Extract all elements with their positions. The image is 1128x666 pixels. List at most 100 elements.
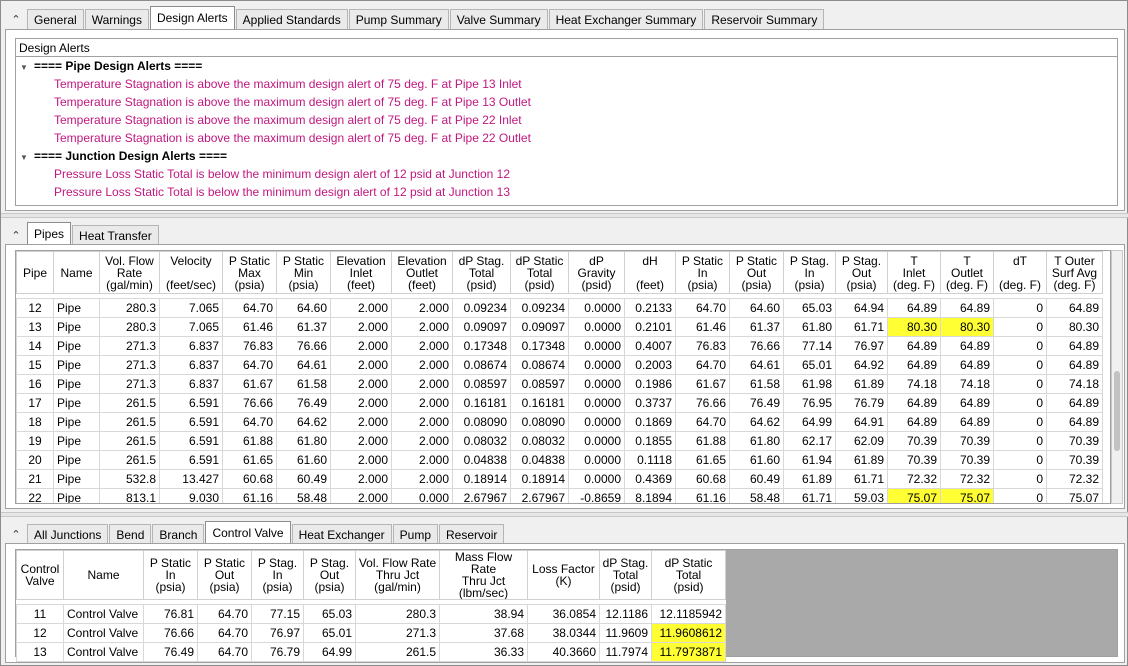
table-cell[interactable]: 0 xyxy=(993,431,1047,451)
table-cell[interactable]: 76.49 xyxy=(143,642,198,662)
table-row[interactable]: 13 Control Valve 76.49 64.70 76.79 64.99 261.5… xyxy=(16,642,726,662)
tab-pump-summary[interactable]: Pump Summary xyxy=(348,9,449,29)
table-cell[interactable]: 61.80 xyxy=(729,431,784,451)
table-cell[interactable]: 6.591 xyxy=(159,412,223,432)
table-cell[interactable]: 0.08597 xyxy=(452,374,511,394)
table-cell[interactable]: 61.88 xyxy=(675,431,730,451)
table-cell[interactable]: 61.67 xyxy=(222,374,277,394)
table-cell[interactable]: 76.66 xyxy=(222,393,277,413)
table-cell[interactable]: 64.89 xyxy=(887,298,941,318)
table-cell[interactable]: 12 xyxy=(16,298,54,318)
table-cell[interactable]: Pipe xyxy=(53,393,100,413)
table-cell[interactable]: 72.32 xyxy=(1046,469,1103,489)
table-cell[interactable]: 2.000 xyxy=(391,355,453,375)
table-cell[interactable]: 2.000 xyxy=(330,412,392,432)
table-row[interactable]: 16 Pipe 271.3 6.837 61.67 61.58 2.000 2.000 0.08… xyxy=(16,374,1103,394)
table-cell[interactable]: 2.000 xyxy=(330,431,392,451)
column-header[interactable]: P Static Min (psia) xyxy=(276,251,331,294)
table-cell[interactable]: 271.3 xyxy=(99,355,160,375)
table-row[interactable]: 14 Pipe 271.3 6.837 76.83 76.66 2.000 2.000 0.17… xyxy=(16,336,1103,356)
table-cell[interactable]: 0.0000 xyxy=(568,431,625,451)
table-cell[interactable]: 60.49 xyxy=(729,469,784,489)
table-cell[interactable]: 76.66 xyxy=(143,623,198,643)
table-cell[interactable]: 61.60 xyxy=(276,450,331,470)
column-header[interactable]: P Static In (psia) xyxy=(675,251,730,294)
column-header[interactable]: P Static Max (psia) xyxy=(222,251,277,294)
table-cell[interactable]: 0.1855 xyxy=(624,431,676,451)
table-cell[interactable]: 15 xyxy=(16,355,54,375)
table-cell[interactable]: 70.39 xyxy=(940,431,994,451)
table-row[interactable]: 12 Control Valve 76.66 64.70 76.97 65.01 271.3… xyxy=(16,623,726,643)
table-cell[interactable]: 0.08090 xyxy=(452,412,511,432)
table-cell[interactable]: 64.70 xyxy=(222,412,277,432)
alert-group[interactable]: ▼ ==== Pipe Design Alerts ==== xyxy=(20,59,202,73)
table-cell[interactable]: 61.94 xyxy=(783,450,836,470)
table-cell[interactable]: 22 xyxy=(16,488,54,503)
table-cell[interactable]: 36.33 xyxy=(439,642,528,662)
tab-branch[interactable]: Branch xyxy=(152,524,205,544)
table-cell[interactable]: 21 xyxy=(16,469,54,489)
table-cell[interactable]: 6.837 xyxy=(159,355,223,375)
pipes-scrollbar[interactable] xyxy=(1111,250,1123,504)
table-cell[interactable]: 61.89 xyxy=(783,469,836,489)
table-cell[interactable]: 60.49 xyxy=(276,469,331,489)
table-cell[interactable]: 64.94 xyxy=(835,298,888,318)
column-header[interactable]: Loss Factor (K) xyxy=(527,550,600,600)
table-cell[interactable]: 0 xyxy=(993,317,1047,337)
column-header[interactable]: dP Static Total (psid) xyxy=(651,550,726,600)
column-header[interactable]: T Inlet (deg. F) xyxy=(887,251,941,294)
table-cell[interactable]: 60.68 xyxy=(675,469,730,489)
table-cell[interactable]: 74.18 xyxy=(1046,374,1103,394)
table-cell[interactable]: 0.04838 xyxy=(452,450,511,470)
table-cell[interactable]: 0.0000 xyxy=(568,393,625,413)
table-cell[interactable]: 6.591 xyxy=(159,450,223,470)
table-cell[interactable]: 261.5 xyxy=(99,450,160,470)
table-cell[interactable]: 61.46 xyxy=(222,317,277,337)
table-cell[interactable]: Pipe xyxy=(53,355,100,375)
table-row[interactable]: 12 Pipe 280.3 7.065 64.70 64.60 2.000 2.000 0.09… xyxy=(16,298,1103,318)
table-cell[interactable]: Pipe xyxy=(53,450,100,470)
table-cell[interactable]: 0.0000 xyxy=(568,317,625,337)
table-row[interactable]: 11 Control Valve 76.81 64.70 77.15 65.03 280.3… xyxy=(16,604,726,624)
table-cell[interactable]: 80.30 xyxy=(887,317,941,337)
table-cell[interactable]: 11.7974 xyxy=(599,642,652,662)
table-cell[interactable]: 76.49 xyxy=(729,393,784,413)
table-cell[interactable]: 76.81 xyxy=(143,604,198,624)
table-cell[interactable]: 64.89 xyxy=(1046,336,1103,356)
table-cell[interactable]: Pipe xyxy=(53,431,100,451)
table-cell[interactable]: 38.94 xyxy=(439,604,528,624)
table-cell[interactable]: 17 xyxy=(16,393,54,413)
collapse-bottom-icon[interactable]: ⌃ xyxy=(5,524,27,544)
table-cell[interactable]: 2.000 xyxy=(391,431,453,451)
table-cell[interactable]: 0.2003 xyxy=(624,355,676,375)
table-row[interactable]: 13 Pipe 280.3 7.065 61.46 61.37 2.000 2.000 0.09… xyxy=(16,317,1103,337)
table-cell[interactable]: 0.4007 xyxy=(624,336,676,356)
table-cell[interactable]: 37.68 xyxy=(439,623,528,643)
table-cell[interactable]: 61.65 xyxy=(675,450,730,470)
table-cell[interactable]: 61.71 xyxy=(783,488,836,503)
splitter-2[interactable] xyxy=(1,512,1128,517)
table-cell[interactable]: 2.000 xyxy=(330,298,392,318)
table-cell[interactable]: 280.3 xyxy=(99,317,160,337)
table-cell[interactable]: 0.18914 xyxy=(510,469,569,489)
table-cell[interactable]: Pipe xyxy=(53,336,100,356)
table-cell[interactable]: 0.04838 xyxy=(510,450,569,470)
table-cell[interactable]: 19 xyxy=(16,431,54,451)
table-cell[interactable]: 75.07 xyxy=(1046,488,1103,503)
table-cell[interactable]: 64.70 xyxy=(675,298,730,318)
table-cell[interactable]: 75.07 xyxy=(940,488,994,503)
table-cell[interactable]: 8.1894 xyxy=(624,488,676,503)
table-row[interactable]: 21 Pipe 532.8 13.427 60.68 60.49 2.000 2.000 0.1… xyxy=(16,469,1103,489)
table-cell[interactable]: 77.14 xyxy=(783,336,836,356)
column-header[interactable]: dP Stag. Total (psid) xyxy=(599,550,652,600)
table-cell[interactable]: 2.000 xyxy=(391,298,453,318)
table-cell[interactable]: 7.065 xyxy=(159,317,223,337)
table-cell[interactable]: 9.030 xyxy=(159,488,223,503)
table-cell[interactable]: 64.70 xyxy=(197,623,252,643)
table-cell[interactable]: 64.89 xyxy=(940,336,994,356)
table-cell[interactable]: 12.1185942 xyxy=(651,604,726,624)
alert-message[interactable]: Temperature Stagnation is above the maxi… xyxy=(54,113,522,127)
table-cell[interactable]: 64.89 xyxy=(1046,355,1103,375)
table-cell[interactable]: 0 xyxy=(993,355,1047,375)
alert-message[interactable]: Pressure Loss Static Total is below the … xyxy=(54,167,510,181)
